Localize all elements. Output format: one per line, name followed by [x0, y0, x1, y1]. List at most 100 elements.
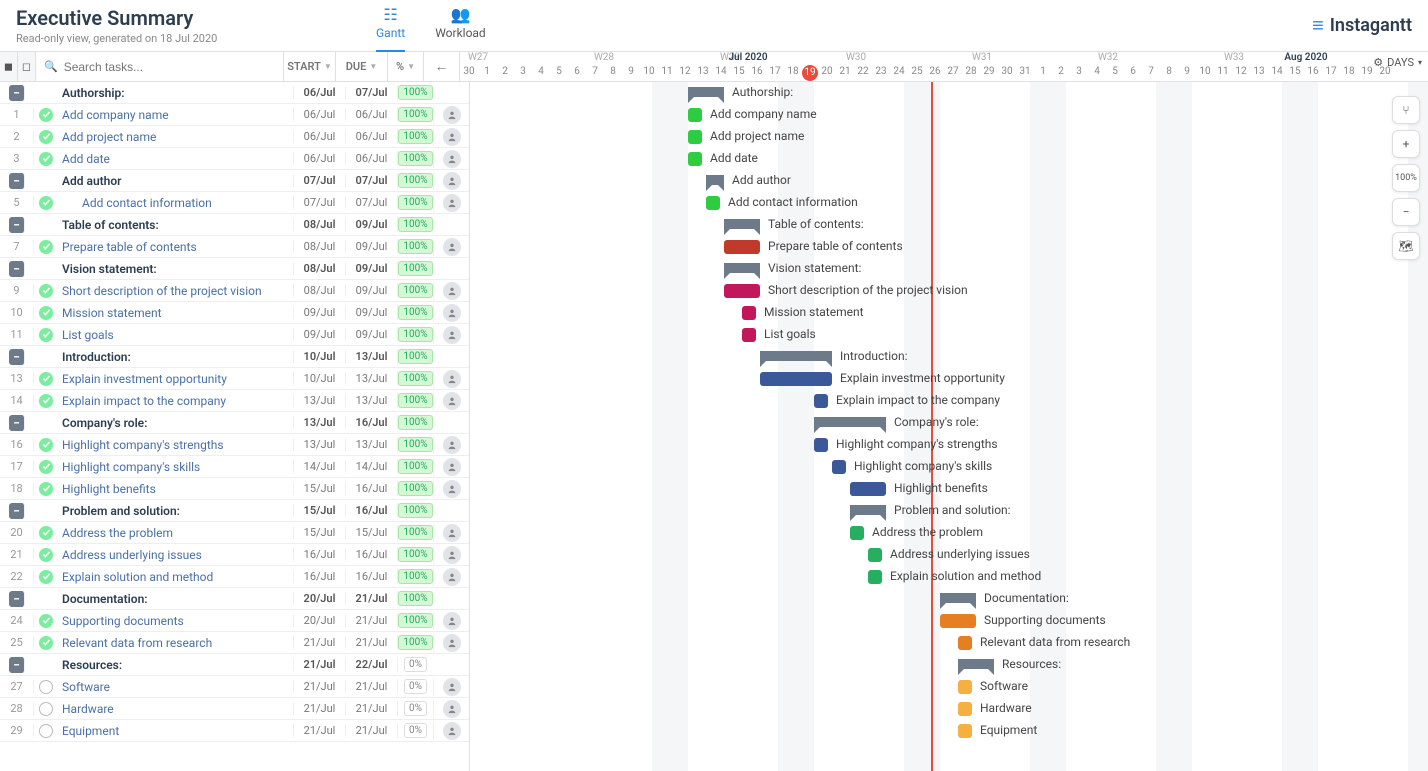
task-row[interactable]: 20Address the problem15/Jul15/Jul100% — [0, 522, 469, 544]
task-row[interactable]: 9Short description of the project vision… — [0, 280, 469, 302]
assignee-avatar[interactable] — [443, 238, 461, 256]
zoom-out-button[interactable]: − — [1392, 198, 1420, 226]
task-row[interactable]: −Add author07/Jul07/Jul100% — [0, 170, 469, 192]
search-input[interactable] — [64, 60, 275, 74]
day-cell[interactable]: 5 — [550, 66, 568, 81]
collapse-group-button[interactable]: − — [9, 173, 25, 189]
day-cell[interactable]: 15 — [1286, 66, 1304, 81]
task-name[interactable]: Add company name — [58, 108, 293, 122]
day-cell[interactable]: 6 — [1124, 66, 1142, 81]
task-name[interactable]: Highlight benefits — [58, 482, 293, 496]
assignee-avatar[interactable] — [443, 568, 461, 586]
collapse-group-button[interactable]: − — [9, 217, 25, 233]
collapse-group-button[interactable]: − — [9, 591, 25, 607]
gantt-bar[interactable] — [724, 219, 760, 229]
collapse-group-button[interactable]: − — [9, 415, 25, 431]
assignee-avatar[interactable] — [443, 634, 461, 652]
task-name[interactable]: Add date — [58, 152, 293, 166]
gantt-chart[interactable]: Authorship:Add company nameAdd project n… — [470, 82, 1428, 771]
assignee-avatar[interactable] — [443, 546, 461, 564]
day-cell[interactable]: 11 — [1214, 66, 1232, 81]
task-name[interactable]: Software — [58, 680, 293, 694]
task-name[interactable]: Documentation: — [58, 592, 293, 606]
day-cell[interactable]: 5 — [1106, 66, 1124, 81]
task-row[interactable]: 14Explain impact to the company13/Jul13/… — [0, 390, 469, 412]
day-cell[interactable]: 13 — [694, 66, 712, 81]
day-cell[interactable]: 8 — [1160, 66, 1178, 81]
day-cell[interactable]: 6 — [568, 66, 586, 81]
gantt-bar[interactable] — [940, 614, 976, 628]
task-row[interactable]: −Authorship:06/Jul07/Jul100% — [0, 82, 469, 104]
day-cell[interactable]: 11 — [658, 66, 676, 81]
day-cell[interactable]: 3 — [1070, 66, 1088, 81]
day-cell[interactable]: 27 — [944, 66, 962, 81]
task-name[interactable]: Prepare table of contents — [58, 240, 293, 254]
day-cell[interactable]: 17 — [1322, 66, 1340, 81]
day-cell[interactable]: 25 — [908, 66, 926, 81]
day-cell[interactable]: 18 — [1340, 66, 1358, 81]
day-cell[interactable]: 1 — [478, 66, 496, 81]
today-marker[interactable]: 19 — [802, 65, 818, 81]
task-row[interactable]: 11List goals09/Jul09/Jul100% — [0, 324, 469, 346]
gantt-bar[interactable] — [814, 394, 828, 408]
map-toggle[interactable]: 🗺 — [1392, 232, 1420, 260]
task-name[interactable]: Equipment — [58, 724, 293, 738]
task-row[interactable]: 17Highlight company's skills14/Jul14/Jul… — [0, 456, 469, 478]
day-cell[interactable]: 29 — [980, 66, 998, 81]
day-cell[interactable]: 17 — [766, 66, 784, 81]
task-row[interactable]: 10Mission statement09/Jul09/Jul100% — [0, 302, 469, 324]
assignee-avatar[interactable] — [443, 194, 461, 212]
assignee-avatar[interactable] — [443, 282, 461, 300]
collapse-group-button[interactable]: − — [9, 503, 25, 519]
day-cell[interactable]: 12 — [676, 66, 694, 81]
assignee-avatar[interactable] — [443, 524, 461, 542]
gantt-bar[interactable] — [850, 505, 886, 515]
brand-logo[interactable]: ≡ Instagantt — [1312, 13, 1412, 38]
gantt-bar[interactable] — [724, 240, 760, 254]
task-name[interactable]: Hardware — [58, 702, 293, 716]
day-cell[interactable]: 22 — [854, 66, 872, 81]
gantt-bar[interactable] — [850, 482, 886, 496]
day-cell[interactable]: 14 — [1268, 66, 1286, 81]
col-header-start[interactable]: START▼ — [284, 52, 336, 81]
assignee-avatar[interactable] — [443, 722, 461, 740]
assignee-avatar[interactable] — [443, 678, 461, 696]
zoom-in-button[interactable]: + — [1392, 130, 1420, 158]
assignee-avatar[interactable] — [443, 326, 461, 344]
day-cell[interactable]: 30 — [998, 66, 1016, 81]
tab-workload[interactable]: 👥 Workload — [435, 0, 486, 52]
task-row[interactable]: 22Explain solution and method16/Jul16/Ju… — [0, 566, 469, 588]
gantt-bar[interactable] — [958, 636, 972, 650]
collapse-all-button[interactable]: ◻ — [18, 52, 36, 81]
day-cell[interactable]: 2 — [496, 66, 514, 81]
task-row[interactable]: −Problem and solution:15/Jul16/Jul100% — [0, 500, 469, 522]
day-cell[interactable]: 13 — [1250, 66, 1268, 81]
task-row[interactable]: −Table of contents:08/Jul09/Jul100% — [0, 214, 469, 236]
assignee-avatar[interactable] — [443, 392, 461, 410]
task-name[interactable]: Explain investment opportunity — [58, 372, 293, 386]
assignee-avatar[interactable] — [443, 106, 461, 124]
assignee-avatar[interactable] — [443, 436, 461, 454]
day-cell[interactable]: 14 — [712, 66, 730, 81]
collapse-group-button[interactable]: − — [9, 657, 25, 673]
task-row[interactable]: −Resources:21/Jul22/Jul0% — [0, 654, 469, 676]
gantt-bar[interactable] — [742, 306, 756, 320]
gantt-bar[interactable] — [760, 372, 832, 386]
gantt-bar[interactable] — [814, 438, 828, 452]
collapse-group-button[interactable]: − — [9, 261, 25, 277]
search-box[interactable]: 🔍 — [36, 52, 284, 81]
day-cell[interactable]: 12 — [1232, 66, 1250, 81]
task-row[interactable]: 18Highlight benefits15/Jul16/Jul100% — [0, 478, 469, 500]
task-name[interactable]: Explain solution and method — [58, 570, 293, 584]
gantt-bar[interactable] — [688, 152, 702, 166]
task-name[interactable]: Add author — [58, 174, 293, 188]
task-name[interactable]: Vision statement: — [58, 262, 293, 276]
task-name[interactable]: Short description of the project vision — [58, 284, 293, 298]
task-name[interactable]: Mission statement — [58, 306, 293, 320]
task-row[interactable]: −Introduction:10/Jul13/Jul100% — [0, 346, 469, 368]
day-cell[interactable]: 23 — [872, 66, 890, 81]
task-name[interactable]: Explain impact to the company — [58, 394, 293, 408]
assignee-avatar[interactable] — [443, 304, 461, 322]
gantt-bar[interactable] — [724, 284, 760, 298]
task-row[interactable]: 3Add date06/Jul06/Jul100% — [0, 148, 469, 170]
